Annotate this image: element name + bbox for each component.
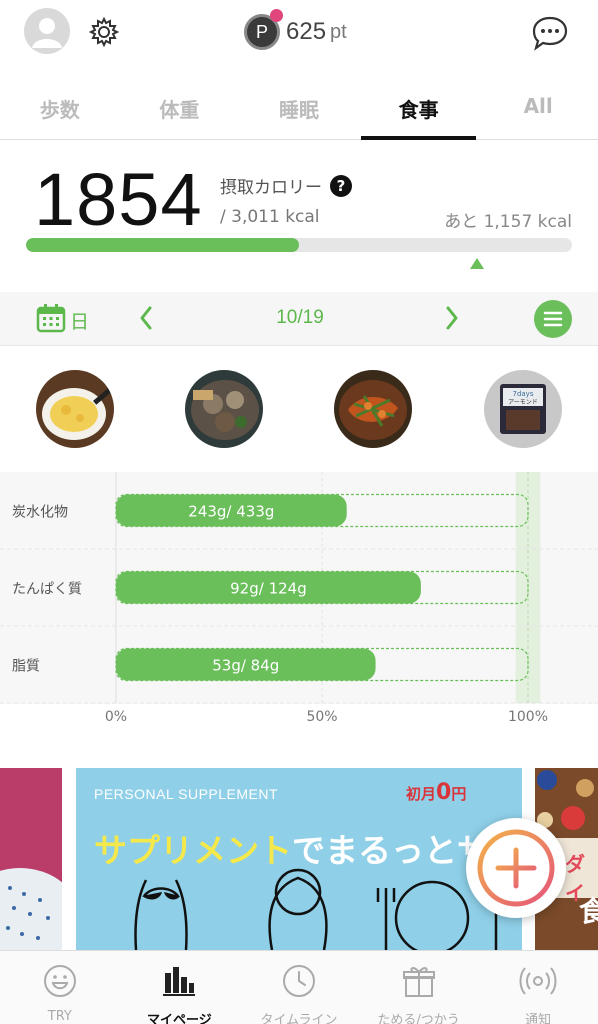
calorie-remaining: あと 1,157 kcal [444, 212, 572, 232]
tab-all[interactable]: All [478, 72, 598, 139]
tab-meal[interactable]: 食事 [359, 72, 479, 140]
hamburger-icon [543, 311, 563, 327]
food-image: 7days アーモンド [484, 370, 562, 448]
calorie-label-text: 摂取カロリー [220, 178, 322, 198]
x-tick-label: 0% [105, 709, 127, 725]
category-tabs: 歩数 体重 睡眠 食事 All [0, 72, 598, 140]
bar-chart-icon [163, 967, 196, 996]
calorie-label: 摂取カロリー ? [220, 173, 352, 198]
nav-points-label: ためる/つかう [377, 1013, 460, 1024]
nutrient-label: 炭水化物 [12, 505, 68, 521]
plus-icon [477, 829, 555, 907]
nav-mypage[interactable]: マイページ [120, 951, 240, 1024]
nutrient-bar-chart: 炭水化物 243g/ 433g たんぱく質 92g/ 124g 脂質 53g/ 84g 0%… [0, 472, 598, 725]
nutrient-label: 脂質 [12, 659, 40, 675]
clock-icon [282, 965, 315, 997]
app-header: P 625 pt [0, 0, 598, 64]
user-icon [32, 18, 62, 48]
chevron-left-icon[interactable] [136, 304, 156, 332]
banner-left[interactable] [0, 768, 62, 950]
nutrient-label: たんぱく質 [12, 582, 82, 598]
calendar-icon[interactable] [36, 303, 66, 333]
date-unit-label[interactable]: 日 [70, 307, 89, 334]
smile-icon [43, 965, 76, 997]
help-icon[interactable]: ? [330, 174, 352, 197]
nav-notifications-label: 通知 [525, 1013, 552, 1024]
food-image [36, 370, 114, 448]
points-badge: P [244, 9, 283, 50]
nav-mypage-label: マイページ [147, 1013, 212, 1024]
points-unit: pt [330, 20, 347, 43]
food-image [334, 370, 412, 448]
tab-weight[interactable]: 体重 [120, 72, 240, 139]
nav-try[interactable]: TRY [0, 951, 120, 1024]
gift-icon [402, 967, 435, 997]
notification-dot [270, 9, 283, 22]
points-value: 625 [286, 18, 327, 45]
nav-notifications[interactable]: 通知 [478, 951, 598, 1024]
nav-timeline-label: タイムライン [260, 1013, 338, 1024]
meal-photo-3[interactable] [334, 370, 412, 448]
menu-button[interactable] [534, 300, 572, 338]
meal-photo-2[interactable] [185, 370, 263, 448]
nutrient-chart: 炭水化物 243g/ 433g たんぱく質 92g/ 124g 脂質 53g/ 84g 0%… [0, 472, 598, 732]
svg-text:7days: 7days [513, 390, 534, 398]
chat-icon[interactable] [530, 14, 570, 52]
nutrient-value-label: 92g/ 124g [230, 580, 307, 598]
nav-points[interactable]: ためる/つかう [359, 951, 479, 1024]
gear-icon[interactable] [88, 16, 120, 48]
calorie-progress-fill [26, 238, 299, 252]
calorie-goal: / 3,011 kcal [220, 207, 320, 227]
banner-illustration [134, 868, 498, 950]
nutrient-value-label: 53g/ 84g [212, 657, 279, 675]
tab-sleep[interactable]: 睡眠 [239, 72, 359, 139]
nav-try-label: TRY [47, 1009, 72, 1024]
calorie-progress-bar [26, 238, 572, 252]
meal-photo-4[interactable]: 7days アーモンド [484, 370, 562, 448]
svg-text:アーモンド: アーモンド [508, 399, 538, 406]
date-navigation: 日 10/19 [0, 292, 598, 346]
nutrient-value-label: 243g/ 433g [188, 503, 274, 521]
notification-icon [519, 967, 557, 995]
calorie-target-marker [470, 258, 484, 269]
supplement-banner[interactable]: PERSONAL SUPPLEMENT 初月0円 サプリメントでまるっとサポー [76, 768, 522, 950]
calorie-intake-value: 1854 [34, 158, 203, 241]
tab-steps[interactable]: 歩数 [0, 72, 120, 139]
meal-photo-1[interactable] [36, 370, 114, 448]
avatar[interactable] [24, 8, 70, 54]
current-date: 10/19 [276, 307, 324, 328]
points-display[interactable]: P 625 pt [244, 9, 347, 52]
banner-right-text-2: 食 [579, 895, 598, 928]
banner-left-image [0, 768, 62, 950]
food-image [185, 370, 263, 448]
chevron-right-icon[interactable] [442, 304, 462, 332]
x-tick-label: 100% [508, 709, 548, 725]
points-badge-letter: P [255, 21, 268, 42]
bottom-navigation: TRY マイページ タイムライン ためる/つかう 通知 [0, 950, 598, 1024]
add-record-button[interactable] [466, 818, 566, 918]
nav-timeline[interactable]: タイムライン [239, 951, 359, 1024]
x-tick-label: 50% [306, 709, 337, 725]
